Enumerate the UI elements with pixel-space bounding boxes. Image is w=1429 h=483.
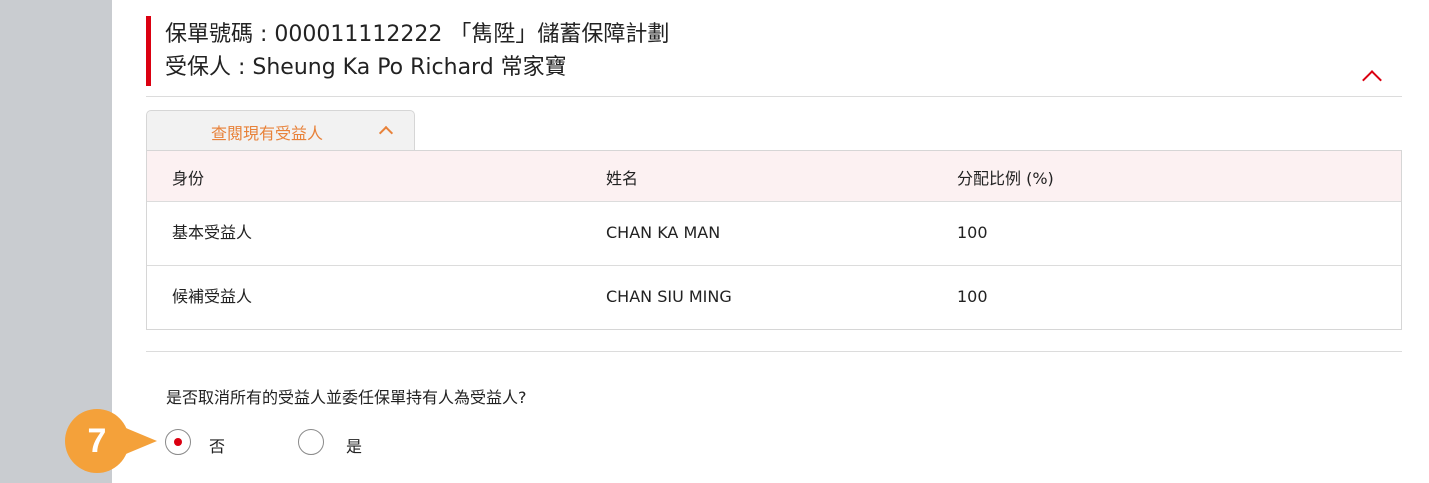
- table-row: 候補受益人 CHAN SIU MING 100: [147, 265, 1401, 329]
- column-header-role: 身份: [172, 169, 205, 188]
- beneficiary-share: 100: [957, 287, 988, 306]
- radio-no-label[interactable]: 否: [209, 433, 225, 457]
- step-badge: 7: [65, 409, 129, 473]
- header-accent-bar: [146, 16, 151, 86]
- radio-yes-label[interactable]: 是: [346, 433, 362, 457]
- radio-no[interactable]: [165, 429, 191, 455]
- tab-label: 查閱現有受益人: [211, 124, 324, 143]
- beneficiary-name: CHAN KA MAN: [606, 223, 721, 242]
- main-content: 保單號碼 : 000011112222 「雋陞」儲蓄保障計劃 受保人 : She…: [112, 0, 1429, 483]
- policy-number-title: 保單號碼 : 000011112222 「雋陞」儲蓄保障計劃: [165, 22, 670, 47]
- radio-yes[interactable]: [298, 429, 324, 455]
- tab-view-beneficiaries[interactable]: 查閱現有受益人: [146, 110, 415, 151]
- chevron-up-icon: [378, 125, 394, 141]
- beneficiary-name: CHAN SIU MING: [606, 287, 732, 306]
- step-number: 7: [87, 422, 107, 460]
- table-row: 基本受益人 CHAN KA MAN 100: [147, 201, 1401, 265]
- column-header-name: 姓名: [606, 169, 639, 188]
- policy-header: 保單號碼 : 000011112222 「雋陞」儲蓄保障計劃 受保人 : She…: [146, 16, 1402, 97]
- column-header-share: 分配比例 (%): [957, 169, 1054, 188]
- beneficiary-role: 基本受益人: [172, 223, 253, 242]
- insured-name: 受保人 : Sheung Ka Po Richard 常家寶: [165, 55, 567, 80]
- table-header-row: 身份 姓名 分配比例 (%): [147, 151, 1401, 201]
- chevron-up-icon: [1362, 70, 1382, 90]
- policy-collapse-button[interactable]: [1354, 60, 1390, 90]
- beneficiary-share: 100: [957, 223, 988, 242]
- section-divider: [146, 351, 1402, 352]
- cancel-beneficiaries-question: 是否取消所有的受益人並委任保單持有人為受益人?: [166, 388, 527, 407]
- beneficiary-role: 候補受益人: [172, 287, 253, 306]
- beneficiary-table: 身份 姓名 分配比例 (%) 基本受益人 CHAN KA MAN 100 候補受…: [146, 150, 1402, 330]
